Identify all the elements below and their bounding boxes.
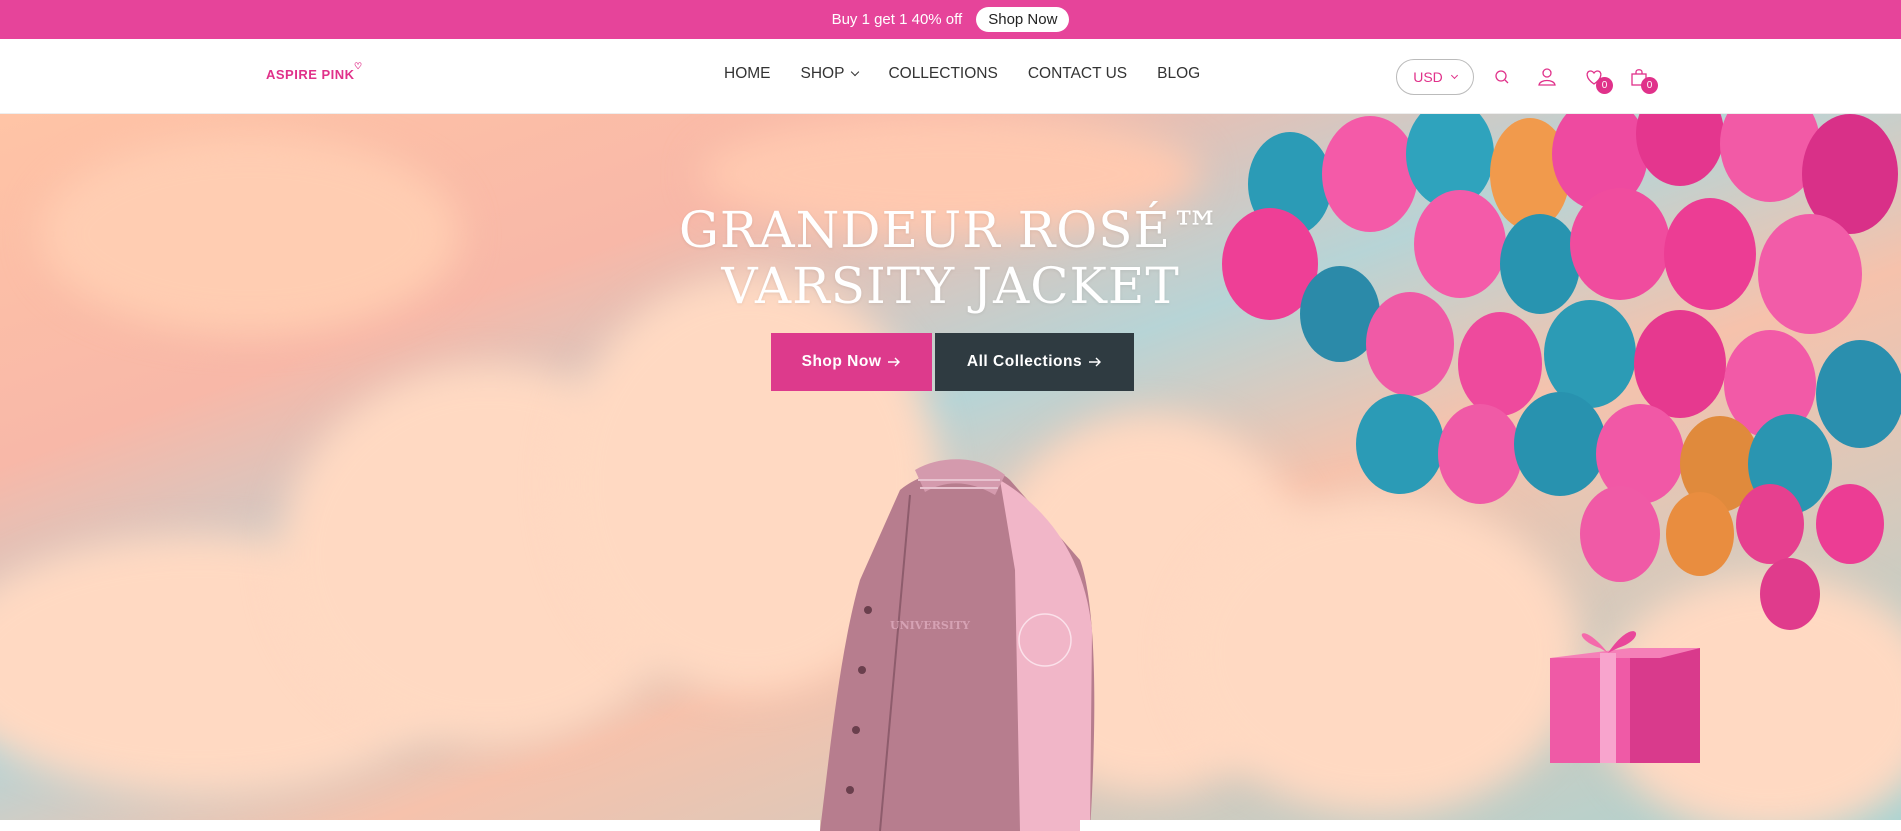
currency-selector[interactable]: USD xyxy=(1396,59,1474,95)
nav-item-contact-us[interactable]: CONTACT US xyxy=(1028,65,1127,83)
jacket-print-text: UNIVERSITY xyxy=(890,619,970,632)
hero-banner: GRANDEUR ROSÉ™ VARSITY JACKET Shop Now A… xyxy=(0,114,1901,831)
hero-buttons: Shop Now All Collections xyxy=(771,333,1134,391)
announcement-text: Buy 1 get 1 40% off xyxy=(831,11,963,28)
nav-item-collections[interactable]: COLLECTIONS xyxy=(888,65,997,83)
arrow-right-icon xyxy=(888,357,901,367)
cart-button[interactable]: 0 xyxy=(1628,66,1658,94)
nav-item-home[interactable]: HOME xyxy=(724,65,771,83)
logo-text: ASPIRE PINK xyxy=(266,67,355,82)
hero-all-collections-button[interactable]: All Collections xyxy=(935,333,1134,391)
nav-label: BLOG xyxy=(1157,65,1201,82)
gift-box-image xyxy=(1550,631,1700,763)
hero-shop-now-button[interactable]: Shop Now xyxy=(771,333,932,391)
cart-count-badge: 0 xyxy=(1641,77,1658,94)
wishlist-button[interactable]: 0 xyxy=(1583,66,1613,94)
button-label: All Collections xyxy=(966,353,1083,370)
nav-label: COLLECTIONS xyxy=(888,65,998,82)
logo[interactable]: ASPIRE PINK ♡ xyxy=(266,61,362,82)
button-label: Shop Now xyxy=(801,353,882,370)
arrow-right-icon xyxy=(1089,357,1102,367)
hero-bottom-edge xyxy=(0,820,820,831)
site-header: ASPIRE PINK ♡ HOME SHOP COLLECTIONS CONT… xyxy=(0,39,1901,114)
chevron-down-icon xyxy=(1450,71,1458,79)
announcement-shop-now-button[interactable]: Shop Now xyxy=(976,7,1070,32)
search-icon[interactable] xyxy=(1491,66,1513,88)
nav-label: HOME xyxy=(724,65,771,82)
announcement-bar: Buy 1 get 1 40% off Shop Now xyxy=(0,0,1901,39)
nav-item-shop[interactable]: SHOP xyxy=(800,65,860,83)
currency-value: USD xyxy=(1413,69,1443,85)
wishlist-count-badge: 0 xyxy=(1596,77,1613,94)
chevron-down-icon xyxy=(851,67,860,77)
balloons-image xyxy=(1222,114,1901,630)
nav-label: CONTACT US xyxy=(1027,65,1128,82)
heart-logo-icon: ♡ xyxy=(354,61,363,71)
hero-bottom-edge xyxy=(1080,820,1901,831)
main-nav: HOME SHOP COLLECTIONS CONTACT US BLOG xyxy=(724,65,1200,83)
nav-label: SHOP xyxy=(800,65,845,82)
varsity-jacket-image: UNIVERSITY xyxy=(820,459,1095,831)
user-icon[interactable] xyxy=(1536,66,1558,88)
nav-item-blog[interactable]: BLOG xyxy=(1157,65,1200,83)
